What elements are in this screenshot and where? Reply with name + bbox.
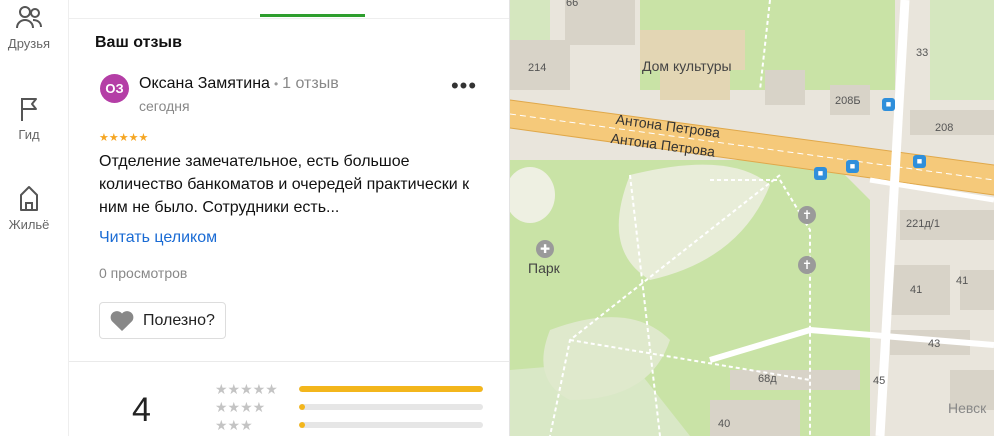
review-panel: Ваш отзыв ОЗ Оксана Замятина • 1 отзыв сег… <box>69 0 510 436</box>
map-label-park[interactable]: Парк <box>528 260 560 276</box>
section-title: Ваш отзыв <box>95 34 182 51</box>
map-label-66: 66 <box>566 0 579 9</box>
more-options-button[interactable]: ••• <box>449 75 479 102</box>
map[interactable]: 66 214 Дом культуры 33 208Б 208 Антона П… <box>510 0 994 436</box>
review-date: сегодня <box>139 98 190 114</box>
rail-item-housing[interactable]: Жильё <box>0 183 58 232</box>
rail-label-housing: Жильё <box>8 217 50 232</box>
map-label-43: 43 <box>928 338 941 350</box>
separator-dot: • <box>273 77 279 91</box>
bus-stop-icon[interactable]: ■ <box>913 155 926 168</box>
map-label-208b: 208Б <box>835 95 861 107</box>
author-review-count: 1 отзыв <box>282 75 339 92</box>
friends-icon <box>16 6 42 29</box>
bus-stop-icon[interactable]: ■ <box>814 167 827 180</box>
rail-item-friends[interactable]: Друзья <box>0 4 58 51</box>
review-rating-stars: ★★★★★ <box>99 132 149 144</box>
tab-strip <box>69 0 509 19</box>
rating-bar <box>299 422 483 428</box>
avatar[interactable]: ОЗ <box>100 74 129 103</box>
review-text: Отделение замечательное, есть большое ко… <box>99 153 470 216</box>
map-label-68d: 68д <box>758 373 777 385</box>
map-label-45: 45 <box>873 375 886 387</box>
rating-row-stars: ★★★ <box>215 417 253 433</box>
bus-stop-icon[interactable]: ■ <box>882 98 895 111</box>
author-name[interactable]: Оксана Замятина <box>139 75 270 92</box>
church-icon[interactable]: ✝ <box>798 206 816 224</box>
bus-stop-icon[interactable]: ■ <box>846 160 859 173</box>
heart-icon <box>110 311 134 331</box>
active-tab-indicator <box>260 14 365 17</box>
divider <box>69 361 509 362</box>
rating-row-stars: ★★★★★ <box>215 381 278 397</box>
rail-item-guide[interactable]: Гид <box>0 95 58 142</box>
helpful-label: Полезно? <box>143 312 215 329</box>
left-rail: Друзья Гид Жильё <box>0 0 69 436</box>
rating-bar <box>299 386 483 392</box>
rating-bar-fill <box>299 404 305 410</box>
map-label-33: 33 <box>916 47 929 59</box>
park-icon[interactable]: ✚ <box>536 240 554 258</box>
map-label-41b: 41 <box>956 275 969 287</box>
map-label-214: 214 <box>528 62 547 74</box>
map-label-208: 208 <box>935 122 954 134</box>
average-rating: 4 <box>132 391 151 429</box>
church-icon[interactable]: ✝ <box>798 256 816 274</box>
rail-label-friends: Друзья <box>7 36 51 51</box>
map-label-221d1: 221д/1 <box>906 218 940 230</box>
rail-label-guide: Гид <box>18 127 40 142</box>
author-line: Оксана Замятина • 1 отзыв <box>139 75 339 93</box>
map-label-house-of-culture[interactable]: Дом культуры <box>642 58 732 74</box>
rating-bar <box>299 404 483 410</box>
map-label-41: 41 <box>910 284 923 296</box>
read-more-link[interactable]: Читать целиком <box>99 229 217 247</box>
map-label-street-nevsk: Невск <box>948 400 987 416</box>
rating-row-stars: ★★★★ <box>215 399 266 415</box>
flag-icon <box>21 98 37 121</box>
map-label-40: 40 <box>718 418 731 430</box>
rating-bar-fill <box>299 422 305 428</box>
rating-bar-fill <box>299 386 483 392</box>
helpful-button[interactable]: Полезно? <box>99 302 226 339</box>
house-icon <box>20 186 38 211</box>
views-count: 0 просмотров <box>99 265 188 281</box>
